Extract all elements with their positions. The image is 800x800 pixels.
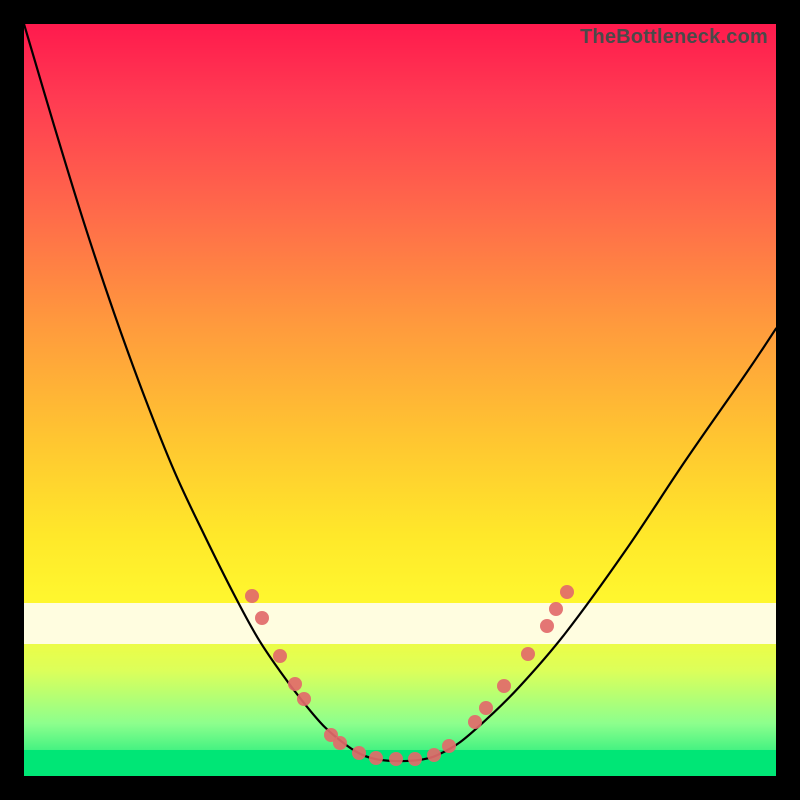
data-point bbox=[297, 692, 311, 706]
plot-area bbox=[24, 24, 776, 776]
data-point bbox=[333, 736, 347, 750]
data-point bbox=[369, 751, 383, 765]
watermark-text: TheBottleneck.com bbox=[580, 26, 768, 49]
bottleneck-curve bbox=[24, 24, 776, 776]
data-point bbox=[352, 746, 366, 760]
data-point bbox=[560, 585, 574, 599]
data-point bbox=[540, 619, 554, 633]
data-point bbox=[245, 589, 259, 603]
data-point bbox=[427, 748, 441, 762]
chart-frame: TheBottleneck.com bbox=[24, 24, 776, 776]
data-point bbox=[442, 739, 456, 753]
data-point bbox=[497, 679, 511, 693]
data-point bbox=[521, 647, 535, 661]
data-point bbox=[468, 715, 482, 729]
data-point bbox=[273, 649, 287, 663]
data-point bbox=[288, 677, 302, 691]
